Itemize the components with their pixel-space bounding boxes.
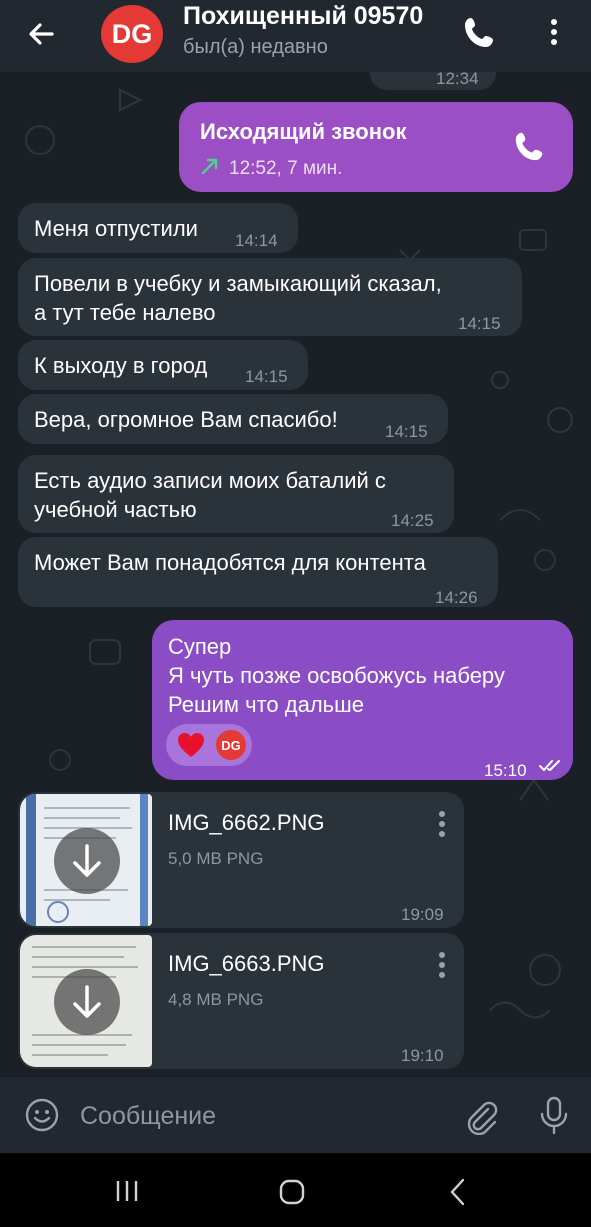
message-text: Супер Я чуть позже освобожусь наберу Реш… xyxy=(168,634,505,717)
incoming-message[interactable]: Вера, огромное Вам спасибо! 14:15 xyxy=(18,394,448,444)
file-thumbnail[interactable] xyxy=(20,794,152,926)
home-icon[interactable] xyxy=(278,1178,306,1206)
emoji-icon[interactable] xyxy=(24,1097,60,1133)
incoming-message[interactable]: К выходу в город 14:15 xyxy=(18,340,308,390)
call-back-phone-icon[interactable] xyxy=(513,129,547,163)
file-options-icon[interactable] xyxy=(438,951,446,979)
chat-header: DG Похищенный 09570 был(а) недавно xyxy=(0,0,591,72)
message-time: 14:25 xyxy=(391,511,434,530)
chat-title[interactable]: Похищенный 09570 xyxy=(183,2,445,34)
message-time: 14:15 xyxy=(245,367,288,386)
nav-back-icon[interactable] xyxy=(448,1177,468,1207)
message-composer xyxy=(0,1077,591,1153)
message-time: 14:15 xyxy=(385,422,428,441)
download-button[interactable] xyxy=(54,828,120,894)
call-detail: 12:52, 7 мин. xyxy=(229,158,343,179)
message-time: 19:09 xyxy=(401,905,444,924)
message-input[interactable] xyxy=(78,1095,442,1137)
more-options-icon[interactable] xyxy=(540,14,568,50)
reaction-chip[interactable]: DG xyxy=(166,724,252,766)
message-text: Есть аудио записи моих баталий с учебной… xyxy=(34,468,386,522)
download-arrow-icon xyxy=(73,844,101,877)
message-time: 14:26 xyxy=(435,588,478,607)
call-title: Исходящий звонок xyxy=(200,119,407,144)
incoming-message[interactable]: Есть аудио записи моих баталий с учебной… xyxy=(18,455,454,533)
message-text: Меня отпустили xyxy=(34,216,198,241)
phone-icon[interactable] xyxy=(462,14,498,50)
message-time: 14:14 xyxy=(235,231,278,250)
message-time: 15:10 xyxy=(484,761,527,780)
file-message[interactable]: IMG_6663.PNG 4,8 MB PNG 19:10 xyxy=(18,933,464,1069)
incoming-message[interactable]: Повели в учебку и замыкающий сказал, а т… xyxy=(18,258,522,336)
download-button[interactable] xyxy=(54,969,120,1035)
message-text: Повели в учебку и замыкающий сказал, а т… xyxy=(34,271,442,325)
message-time: 19:10 xyxy=(401,1046,444,1065)
avatar-initials: DG xyxy=(111,18,153,49)
outgoing-call-bubble[interactable]: Исходящий звонок 12:52, 7 мин. xyxy=(179,102,573,192)
system-navigation-bar xyxy=(0,1153,591,1227)
chat-status: был(а) недавно xyxy=(183,36,328,58)
file-name: IMG_6663.PNG xyxy=(168,951,325,976)
microphone-icon[interactable] xyxy=(536,1095,572,1135)
message-text: К выходу в город xyxy=(34,353,208,378)
read-checkmarks-icon xyxy=(539,760,560,772)
incoming-message[interactable]: Меня отпустили 14:14 xyxy=(18,203,298,253)
message-time: 14:15 xyxy=(458,314,501,333)
file-name: IMG_6662.PNG xyxy=(168,810,325,835)
paperclip-icon[interactable] xyxy=(462,1097,500,1135)
download-arrow-icon xyxy=(73,985,101,1018)
file-size: 4,8 MB PNG xyxy=(168,990,264,1009)
file-message[interactable]: IMG_6662.PNG 5,0 MB PNG 19:09 xyxy=(18,792,464,928)
file-thumbnail[interactable] xyxy=(20,935,152,1067)
outgoing-message[interactable]: Супер Я чуть позже освобожусь наберу Реш… xyxy=(152,620,573,780)
file-size: 5,0 MB PNG xyxy=(168,849,264,868)
incoming-message[interactable]: Может Вам понадобятся для контента 14:26 xyxy=(18,537,498,607)
reaction-avatar: DG xyxy=(216,730,246,760)
file-options-icon[interactable] xyxy=(438,810,446,838)
reaction-avatar-initials: DG xyxy=(221,737,241,753)
recent-apps-icon[interactable] xyxy=(112,1179,142,1203)
heart-icon xyxy=(178,733,204,757)
outgoing-arrow-icon xyxy=(201,158,218,175)
message-text: Вера, огромное Вам спасибо! xyxy=(34,407,338,432)
message-text: Может Вам понадобятся для контента xyxy=(34,550,426,575)
avatar[interactable]: DG xyxy=(101,5,163,63)
back-arrow-icon[interactable] xyxy=(22,14,62,54)
